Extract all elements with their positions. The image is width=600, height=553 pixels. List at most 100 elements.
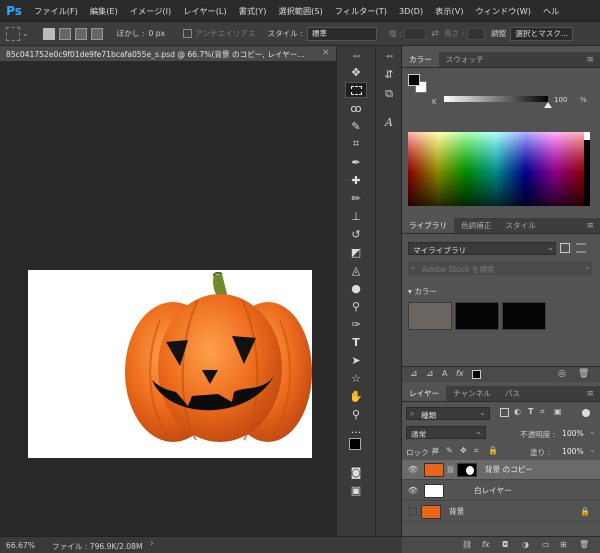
color-section-toggle[interactable]: ▾ カラー: [408, 286, 437, 297]
menu-view[interactable]: 表示(V): [429, 0, 469, 22]
trash-icon[interactable]: 🗑: [578, 369, 589, 379]
brush-tool-icon[interactable]: ✏: [345, 190, 367, 206]
foreground-color-swatch[interactable]: [349, 438, 361, 450]
fill-value[interactable]: 100%: [562, 447, 584, 456]
add-color-icon[interactable]: [472, 370, 481, 379]
pen-tool-icon[interactable]: ✑: [345, 316, 367, 332]
new-group-icon[interactable]: ▭: [542, 540, 550, 549]
add-mask-icon[interactable]: ◘: [502, 540, 508, 549]
menu-window[interactable]: ウィンドウ(W): [470, 0, 537, 22]
quick-mask-icon[interactable]: ◙: [345, 464, 367, 480]
document-canvas[interactable]: [28, 270, 312, 458]
filter-shape-icon[interactable]: ⌗: [540, 407, 545, 417]
menu-type[interactable]: 書式(Y): [233, 0, 273, 22]
tab-libraries[interactable]: ライブラリ: [402, 218, 454, 233]
tab-paths[interactable]: パス: [498, 386, 527, 401]
canvas-area[interactable]: [0, 62, 336, 536]
document-tab[interactable]: 85c041752e0c9f01de9fe71bcafa055e_s.psd @…: [0, 46, 336, 62]
eye-hidden-icon[interactable]: [408, 507, 417, 516]
eraser-tool-icon[interactable]: ◩: [345, 244, 367, 260]
black-ramp[interactable]: [584, 132, 590, 206]
blur-tool-icon[interactable]: ●: [345, 280, 367, 296]
foreground-color-swatch[interactable]: [408, 74, 420, 86]
library-swatch[interactable]: [502, 302, 546, 330]
type-tool-icon[interactable]: T: [345, 334, 367, 350]
link-layers-icon[interactable]: ⛓: [462, 540, 472, 549]
filter-pixel-icon[interactable]: [500, 408, 509, 417]
menu-select[interactable]: 選択範囲(S): [272, 0, 328, 22]
lock-transparent-icon[interactable]: ⊠: [432, 446, 439, 455]
layer-row[interactable]: 👁 白レイヤー: [402, 481, 600, 501]
opacity-value[interactable]: 100%: [562, 429, 584, 438]
stamp-tool-icon[interactable]: ⊥: [345, 208, 367, 224]
lock-image-icon[interactable]: ✎: [446, 446, 453, 455]
blend-mode-select[interactable]: 通常 ⌄: [406, 426, 486, 439]
lock-artboard-icon[interactable]: ⌗: [474, 446, 479, 456]
crop-tool-icon[interactable]: ⌗: [345, 136, 367, 152]
collapse-icon[interactable]: ◂◂: [381, 48, 397, 64]
hand-tool-icon[interactable]: ✋: [345, 388, 367, 404]
character-style-icon[interactable]: A: [442, 369, 447, 378]
healing-tool-icon[interactable]: ✚: [345, 172, 367, 188]
new-layer-icon[interactable]: ⊞: [560, 540, 567, 549]
tab-swatches[interactable]: スウォッチ: [439, 52, 491, 67]
slider-value[interactable]: 100: [554, 96, 567, 104]
width-input[interactable]: [404, 27, 427, 40]
eye-icon[interactable]: 👁: [406, 486, 420, 495]
filter-toggle-icon[interactable]: [582, 409, 590, 417]
height-input[interactable]: [467, 27, 486, 40]
tab-adjustments[interactable]: 色調補正: [454, 218, 498, 233]
eyedropper-tool-icon[interactable]: ✒: [345, 154, 367, 170]
menu-3d[interactable]: 3D(D): [393, 0, 429, 22]
filter-type-icon[interactable]: T: [528, 407, 533, 416]
trash-icon[interactable]: 🗑: [579, 540, 589, 549]
link-icon[interactable]: ⛓: [446, 466, 455, 474]
swap-icon[interactable]: ⇄: [431, 29, 439, 39]
style-select[interactable]: 標準: [306, 26, 377, 41]
dodge-tool-icon[interactable]: ⚲: [345, 298, 367, 314]
history-brush-tool-icon[interactable]: ↺: [345, 226, 367, 242]
chevron-down-icon[interactable]: ⌄: [589, 445, 596, 454]
adjustment-layer-icon[interactable]: ◑: [522, 540, 529, 549]
feather-input[interactable]: 0 px: [148, 29, 165, 38]
quick-select-tool-icon[interactable]: ✎: [345, 118, 367, 134]
stock-search-input[interactable]: ⌕ Adobe Stock を検索 ⌄: [408, 262, 592, 275]
panel-menu-icon[interactable]: ≡: [580, 52, 600, 67]
marquee-preset-icon[interactable]: [6, 26, 20, 41]
collapse-icon[interactable]: ◂◂: [345, 48, 367, 64]
move-tool-icon[interactable]: ✥: [345, 64, 367, 80]
menu-help[interactable]: ヘル: [537, 0, 565, 22]
eye-icon[interactable]: 👁: [406, 465, 420, 474]
lasso-tool-icon[interactable]: ꝏ: [345, 100, 367, 116]
path-select-tool-icon[interactable]: ➤: [345, 352, 367, 368]
filter-adjust-icon[interactable]: ◐: [514, 407, 521, 416]
subtract-selection-icon[interactable]: [74, 27, 87, 40]
color-slider-thumb[interactable]: [544, 102, 552, 108]
chevron-down-icon[interactable]: ⌄: [584, 262, 591, 271]
color-spectrum[interactable]: [408, 132, 584, 206]
fx-icon[interactable]: fx: [482, 540, 490, 549]
layer-row[interactable]: 背景 🔒: [402, 502, 600, 522]
layer-row[interactable]: 👁 ⛓ 背景 のコピー: [402, 460, 600, 480]
add-content-icon[interactable]: ⊿: [410, 369, 418, 379]
history-panel-icon[interactable]: ⇵: [381, 66, 397, 82]
marquee-tool-icon[interactable]: [345, 82, 367, 98]
add-graphic-icon[interactable]: ⊿: [426, 369, 434, 379]
lock-all-icon[interactable]: 🔒: [488, 446, 498, 455]
library-select[interactable]: マイライブラリ ⌄: [408, 242, 556, 255]
character-panel-icon[interactable]: A: [381, 114, 397, 130]
panel-menu-icon[interactable]: ≡: [580, 386, 600, 401]
filter-smart-icon[interactable]: ▣: [554, 407, 562, 416]
zoom-tool-icon[interactable]: ⚲: [345, 406, 367, 422]
menu-image[interactable]: イメージ(I): [124, 0, 177, 22]
grid-view-icon[interactable]: [560, 243, 570, 253]
color-slider-track[interactable]: [444, 96, 548, 102]
properties-panel-icon[interactable]: ⧉: [381, 86, 397, 102]
intersect-selection-icon[interactable]: [90, 27, 103, 40]
screen-mode-icon[interactable]: ▣: [345, 482, 367, 498]
menu-layer[interactable]: レイヤー(L): [177, 0, 232, 22]
add-selection-icon[interactable]: [58, 27, 71, 40]
sync-icon[interactable]: ◎: [558, 369, 566, 379]
layer-style-icon[interactable]: fx: [456, 369, 464, 378]
menu-edit[interactable]: 編集(E): [84, 0, 124, 22]
